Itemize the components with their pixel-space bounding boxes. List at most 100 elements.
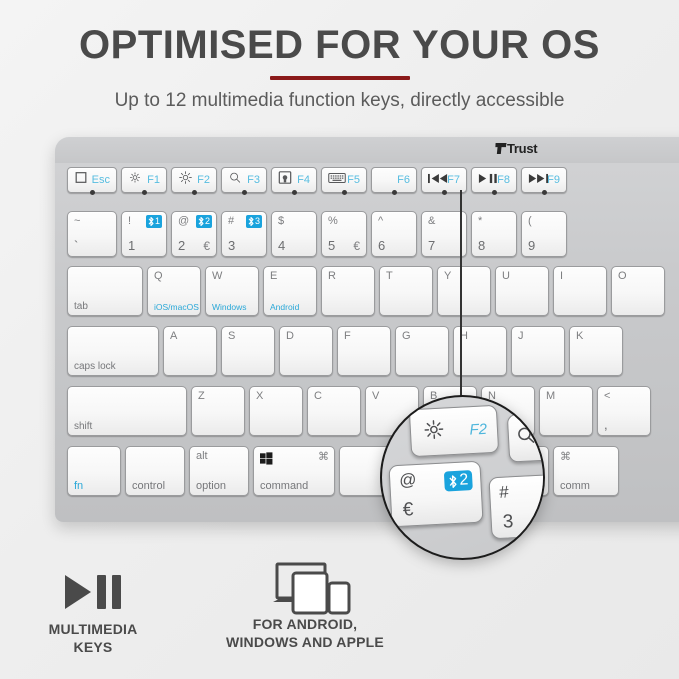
key-tilde-lower: ` <box>74 238 79 253</box>
key-e[interactable]: E Android <box>263 266 317 316</box>
two-key-upper-zoom: @ <box>398 470 417 490</box>
key-o-letter: O <box>618 270 627 282</box>
key-one[interactable]: ! 1 1 <box>121 211 167 257</box>
key-z[interactable]: Z <box>191 386 245 436</box>
key-o[interactable]: O <box>611 266 665 316</box>
three-key-upper-zoom: # <box>498 482 510 502</box>
bluetooth-badge-2: 2 <box>195 215 212 228</box>
bluetooth-badge-2-number-zoom: 2 <box>458 471 469 489</box>
key-m[interactable]: M <box>539 386 593 436</box>
key-indicator-dot <box>89 190 95 195</box>
pause-bar-right-icon <box>112 575 121 609</box>
key-f[interactable]: F <box>337 326 391 376</box>
key-fn[interactable]: fn <box>67 446 121 496</box>
key-f1[interactable]: F1 <box>121 167 167 195</box>
f2-key-zoom: F2 <box>408 404 500 458</box>
title-underline <box>269 76 410 80</box>
key-two-bluetooth-number: 2 <box>204 216 210 226</box>
key-eight[interactable]: * 8 <box>471 211 517 257</box>
key-c[interactable]: C <box>307 386 361 436</box>
key-f5[interactable]: F5 <box>321 167 367 195</box>
key-k-letter: K <box>576 330 584 342</box>
key-indicator-dot <box>141 190 147 195</box>
key-a[interactable]: A <box>163 326 217 376</box>
key-nine-lower: 9 <box>528 238 536 253</box>
previous-track-icon <box>428 171 448 189</box>
key-f2[interactable]: F2 <box>171 167 217 195</box>
key-d-letter: D <box>286 330 294 342</box>
key-indicator-dot <box>541 190 547 195</box>
key-five-upper: % <box>328 215 338 227</box>
key-six-upper: ^ <box>378 215 384 227</box>
key-f3[interactable]: F3 <box>221 167 267 195</box>
key-f4[interactable]: F4 <box>271 167 317 195</box>
key-g[interactable]: G <box>395 326 449 376</box>
key-s[interactable]: S <box>221 326 275 376</box>
key-comma[interactable]: <, <box>597 386 651 436</box>
key-nine-upper: ( <box>528 215 532 227</box>
key-y[interactable]: Y <box>437 266 491 316</box>
key-four[interactable]: $4 <box>271 211 317 257</box>
three-key-zoom: # 3 3 <box>488 472 543 540</box>
key-option[interactable]: alt option <box>189 446 249 496</box>
home-key-row: caps lock A S D F G H J K <box>67 326 623 376</box>
key-indicator-dot <box>441 190 447 195</box>
key-q-letter: Q <box>154 270 163 282</box>
key-i[interactable]: I <box>553 266 607 316</box>
key-nine[interactable]: (9 <box>521 211 567 257</box>
key-t[interactable]: T <box>379 266 433 316</box>
square-icon <box>74 171 88 190</box>
key-control[interactable]: control <box>125 446 185 496</box>
key-three[interactable]: #3 3 <box>221 211 267 257</box>
trust-logo-mark <box>494 143 506 154</box>
two-key-euro-zoom: € <box>402 499 414 521</box>
key-shift[interactable]: shift <box>67 386 187 436</box>
bluetooth-badge-2-zoom: 2 <box>443 470 473 492</box>
key-command-left[interactable]: ⌘ command <box>253 446 335 496</box>
key-r[interactable]: R <box>321 266 375 316</box>
key-f6[interactable]: F6 <box>371 167 417 195</box>
key-y-letter: Y <box>444 270 452 282</box>
key-option-upper: alt <box>196 450 208 462</box>
key-x[interactable]: X <box>249 386 303 436</box>
windows-logo-icon <box>260 452 273 468</box>
key-k[interactable]: K <box>569 326 623 376</box>
key-indicator-dot <box>241 190 247 195</box>
search-key-zoom <box>506 411 543 463</box>
key-one-upper: ! <box>128 215 132 227</box>
key-two-alt: € <box>203 239 210 253</box>
key-three-bluetooth-number: 3 <box>254 216 260 226</box>
key-caps-lock[interactable]: caps lock <box>67 326 159 376</box>
key-f8[interactable]: F8 <box>471 167 517 195</box>
key-q[interactable]: QiOS/macOS <box>147 266 201 316</box>
key-two-lower: 2 <box>178 238 186 253</box>
key-esc-label: Esc <box>91 174 110 186</box>
key-tilde[interactable]: ~ ` <box>67 211 117 257</box>
trust-logo-text: Trust <box>507 141 538 156</box>
key-tilde-upper: ~ <box>74 215 81 227</box>
key-indicator-dot <box>191 190 197 195</box>
key-f5-label: F5 <box>347 174 360 186</box>
key-esc[interactable]: Esc <box>67 167 117 195</box>
key-u[interactable]: U <box>495 266 549 316</box>
key-two[interactable]: @2 €2 <box>171 211 217 257</box>
multi-device-label-line2: WINDOWS AND APPLE <box>226 633 384 650</box>
trust-logo: Trust <box>494 141 538 156</box>
key-six[interactable]: ^ 6 <box>371 211 417 257</box>
key-eight-lower: 8 <box>478 238 486 253</box>
key-f9[interactable]: F9 <box>521 167 567 195</box>
product-feature-image: OPTIMISED FOR YOUR OS Up to 12 multimedi… <box>0 0 679 679</box>
key-d[interactable]: D <box>279 326 333 376</box>
key-q-os-label: iOS/macOS <box>154 302 199 312</box>
two-key-zoom: @ € 2 <box>388 460 484 528</box>
key-eight-upper: * <box>478 215 483 227</box>
key-command-right[interactable]: ⌘ comm <box>553 446 619 496</box>
key-j[interactable]: J <box>511 326 565 376</box>
key-five[interactable]: % 5 € <box>321 211 367 257</box>
page-subtitle: Up to 12 multimedia function keys, direc… <box>114 90 565 111</box>
key-tab[interactable]: tab <box>67 266 143 316</box>
key-seven-upper: & <box>428 215 436 227</box>
key-w[interactable]: W Windows <box>205 266 259 316</box>
key-f7-label: F7 <box>447 174 460 186</box>
key-four-lower: 4 <box>278 238 286 253</box>
